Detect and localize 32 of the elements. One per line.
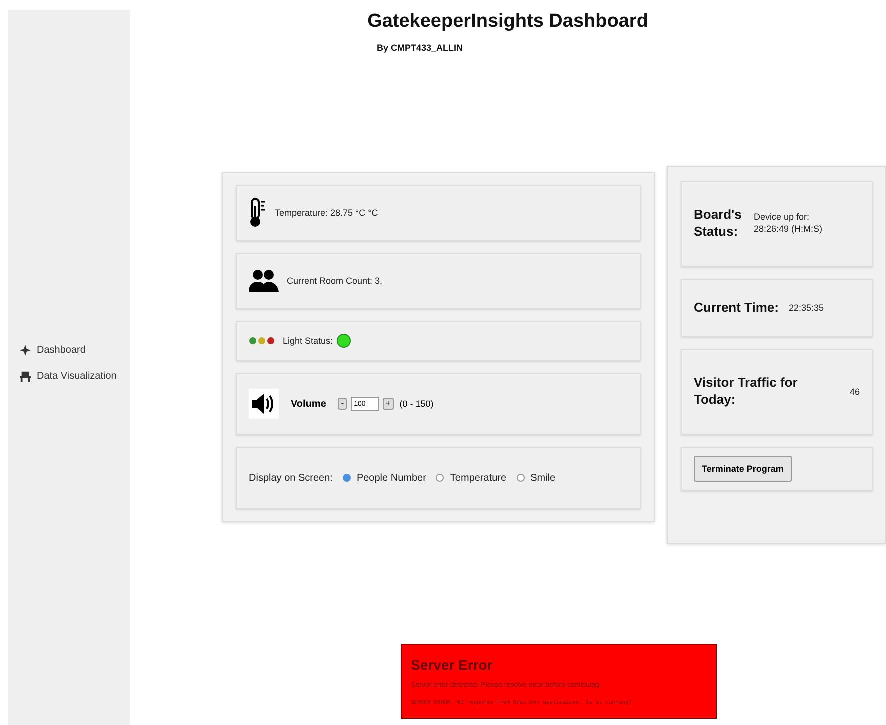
radio-label: People Number xyxy=(356,472,426,484)
sparkle-icon xyxy=(20,345,31,356)
time-label: Current Time: xyxy=(694,300,779,316)
traffic-value: 46 xyxy=(850,387,860,397)
speaker-icon xyxy=(249,389,279,419)
board-status-label: Board's Status: xyxy=(694,207,743,241)
radio-button[interactable] xyxy=(516,474,525,482)
traffic-light-icon xyxy=(249,337,275,345)
traffic-label: Visitor Traffic for Today: xyxy=(694,375,799,409)
people-icon xyxy=(249,270,279,292)
nav-link[interactable]: Data Visualization xyxy=(20,371,117,382)
volume-range: (0 - 150) xyxy=(400,399,434,409)
radio-label: Smile xyxy=(530,472,556,484)
increase-button[interactable]: + xyxy=(383,398,394,410)
volume-label: Volume xyxy=(291,398,326,410)
nav-link[interactable]: Dashboard xyxy=(20,345,117,356)
display-label: Display on Screen: xyxy=(249,472,333,484)
page-subtitle: By CMPT433_ALLIN xyxy=(376,43,464,53)
uptime-text: Device up for: 28:26:49 (H:M:S) xyxy=(754,212,824,236)
radio-label: Temperature xyxy=(450,472,507,484)
error-title: Server Error xyxy=(411,657,494,673)
time-value: 22:35:35 xyxy=(789,303,824,313)
radio-button[interactable] xyxy=(436,474,444,482)
decrease-button[interactable]: - xyxy=(338,398,348,410)
page-title: GatekeeperInsights Dashboard xyxy=(368,11,648,33)
terminate-button[interactable]: Terminate Program xyxy=(694,456,792,482)
light-status-label: Light Status: xyxy=(283,336,334,346)
thermometer-icon xyxy=(249,198,267,228)
temperature-text: Temperature: 28.75 °C °C xyxy=(275,208,378,218)
seat-icon xyxy=(20,371,31,382)
radio-button[interactable] xyxy=(342,474,351,482)
room-count-text: Current Room Count: 3, xyxy=(287,276,383,286)
